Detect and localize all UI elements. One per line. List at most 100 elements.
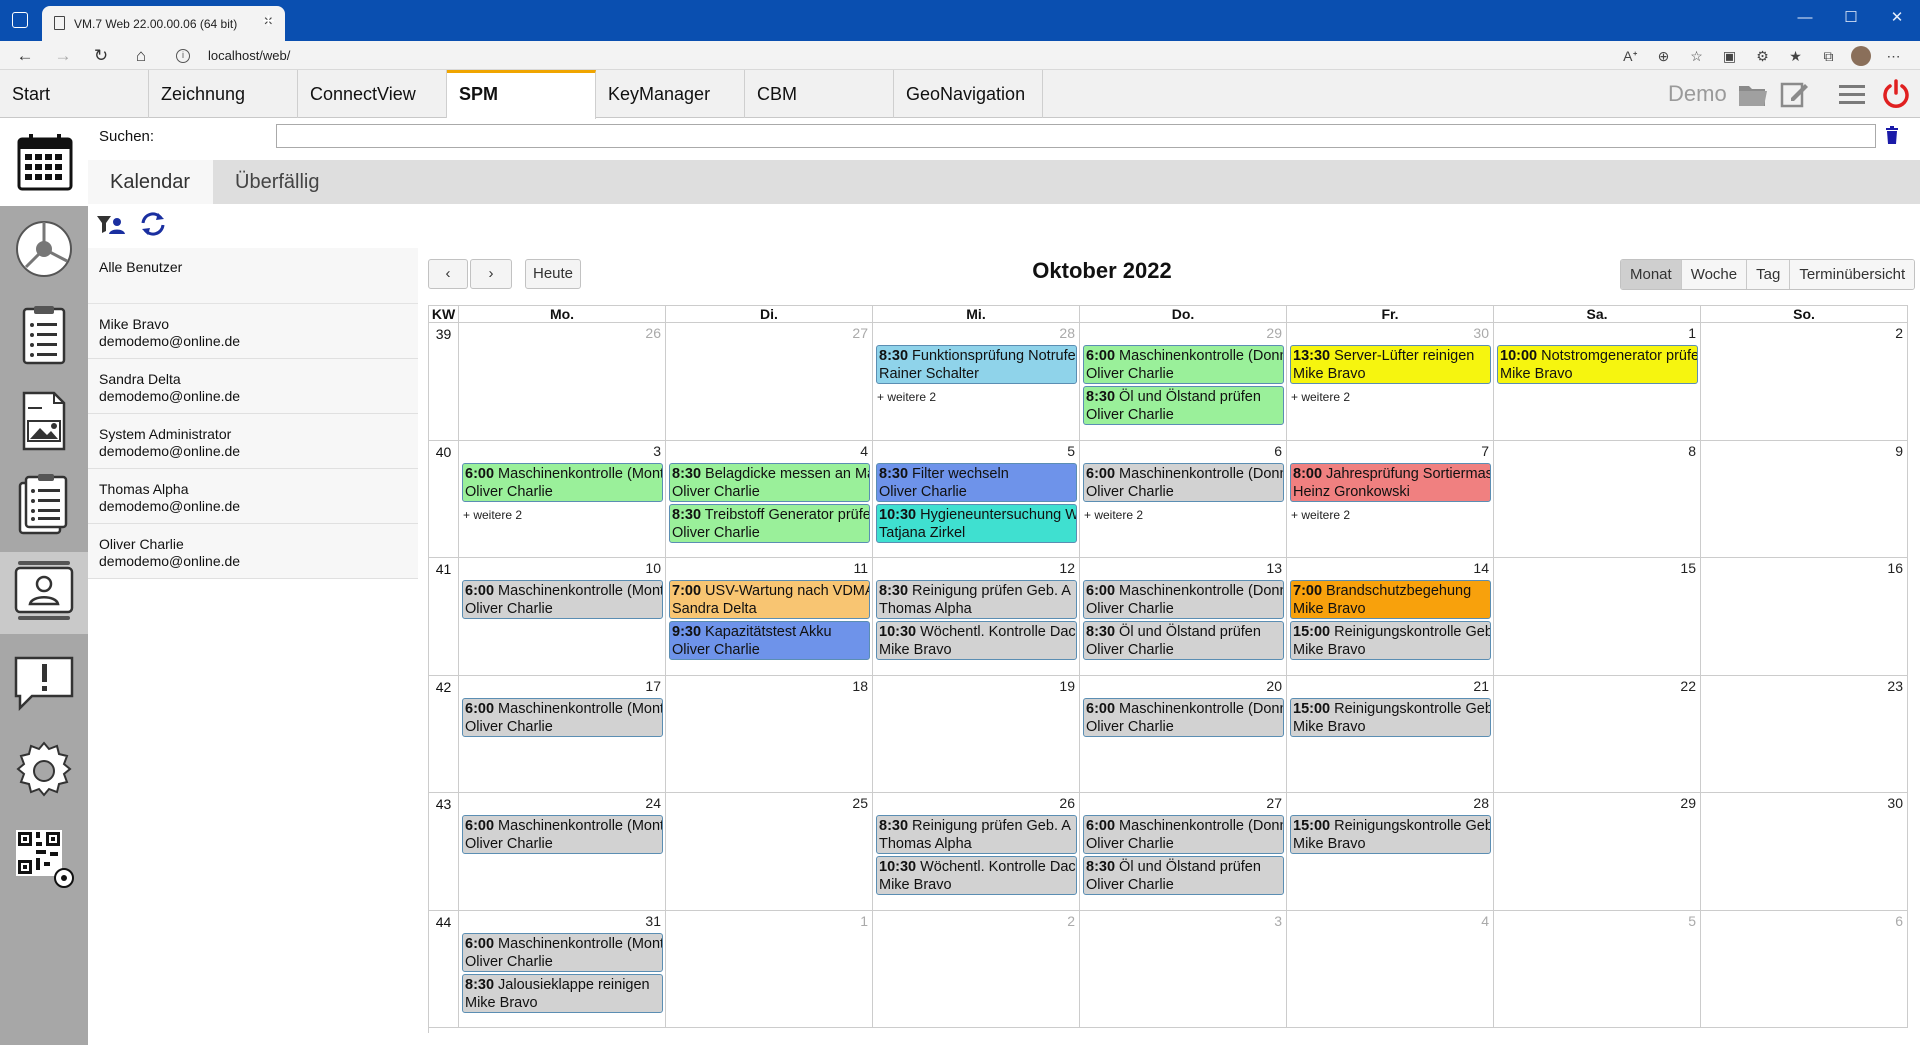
prev-month-button[interactable]: ‹ bbox=[428, 259, 468, 289]
menu-tab-spm[interactable]: SPM bbox=[447, 70, 596, 119]
day-cell[interactable]: 29 bbox=[1494, 793, 1701, 911]
calendar-event[interactable]: 7:00 Brandschutzbegehung Mike Bravo bbox=[1290, 580, 1491, 619]
calendar-event[interactable]: 10:30 Wöchentl. Kontrolle Dach Mike Bravo bbox=[876, 621, 1077, 660]
close-window-icon[interactable]: ✕ bbox=[1874, 0, 1920, 36]
hamburger-menu-icon[interactable] bbox=[1836, 78, 1868, 110]
menu-tab-start[interactable]: Start bbox=[0, 70, 149, 118]
day-cell[interactable]: 30 bbox=[1701, 793, 1908, 911]
day-cell[interactable]: 22 bbox=[1494, 675, 1701, 793]
more-events-link[interactable]: + weitere 2 bbox=[463, 508, 522, 522]
calendar-event[interactable]: 6:00 Maschinenkontrolle (Montag)Oliver C… bbox=[462, 697, 663, 737]
more-icon[interactable]: ⋯ bbox=[1877, 45, 1910, 67]
day-cell[interactable]: 5 bbox=[1494, 910, 1701, 1028]
day-cell[interactable]: 8 bbox=[1494, 440, 1701, 558]
calendar-event[interactable]: 8:30 Reinigung prüfen Geb. A Thomas Alpha bbox=[876, 815, 1077, 854]
all-users-item[interactable]: Alle Benutzer bbox=[88, 248, 418, 304]
more-events-link[interactable]: + weitere 2 bbox=[1084, 508, 1143, 522]
folder-icon[interactable] bbox=[1737, 78, 1769, 110]
calendar-event[interactable]: 8:30 Reinigung prüfen Geb. A Thomas Alpha bbox=[876, 580, 1077, 619]
dashboard-chart-icon[interactable] bbox=[12, 217, 76, 281]
menu-tab-keymanager[interactable]: KeyManager bbox=[596, 70, 745, 118]
tab-ueberfaellig[interactable]: Überfällig bbox=[213, 160, 343, 204]
day-cell[interactable]: 23 bbox=[1701, 675, 1908, 793]
calendar-event[interactable]: 8:30 Öl und Ölstand prüfen Oliver Charlie bbox=[1083, 386, 1284, 425]
forward-icon[interactable]: → bbox=[50, 43, 76, 69]
user-profile-icon[interactable] bbox=[12, 558, 76, 622]
home-icon[interactable]: ⌂ bbox=[128, 43, 154, 69]
favorites-icon[interactable]: ★ bbox=[1779, 45, 1812, 67]
more-events-link[interactable]: + weitere 2 bbox=[1291, 390, 1350, 404]
view-week-button[interactable]: Woche bbox=[1680, 260, 1747, 289]
day-cell[interactable]: 16 bbox=[1701, 558, 1908, 676]
day-cell[interactable]: 25 bbox=[666, 793, 873, 911]
user-item[interactable]: Thomas Alpha demodemo@online.de bbox=[88, 469, 418, 524]
calendar-event[interactable]: 6:00 Maschinenkontrolle (Donnerstag)Oliv… bbox=[1083, 815, 1284, 854]
day-cell[interactable]: 15 bbox=[1494, 558, 1701, 676]
user-item[interactable]: Oliver Charlie demodemo@online.de bbox=[88, 524, 418, 579]
today-button[interactable]: Heute bbox=[525, 259, 581, 289]
user-item[interactable]: Sandra Delta demodemo@online.de bbox=[88, 359, 418, 414]
calendar-event[interactable]: 6:00 Maschinenkontrolle (Montag)Oliver C… bbox=[462, 815, 663, 854]
calendar-event[interactable]: 8:00 Jahresprüfung SortiermaschineHeinz … bbox=[1290, 462, 1491, 502]
menu-tab-connectview[interactable]: ConnectView bbox=[298, 70, 447, 118]
user-item[interactable]: System Administrator demodemo@online.de bbox=[88, 414, 418, 469]
calendar-event[interactable]: 6:00 Maschinenkontrolle (Donnerstag)Oliv… bbox=[1083, 697, 1284, 737]
calendar-event[interactable]: 6:00 Maschinenkontrolle (Montag)Oliver C… bbox=[462, 580, 663, 619]
tab-kalendar[interactable]: Kalendar bbox=[88, 160, 213, 204]
calendar-event[interactable]: 8:30 Öl und Ölstand prüfen Oliver Charlie bbox=[1083, 856, 1284, 895]
settings-gear-icon[interactable] bbox=[12, 739, 76, 803]
more-events-link[interactable]: + weitere 2 bbox=[1291, 508, 1350, 522]
help-icon[interactable]: ▣ bbox=[1713, 45, 1746, 67]
qr-code-settings-icon[interactable] bbox=[12, 826, 76, 890]
profile-avatar[interactable] bbox=[1851, 46, 1871, 66]
calendar-event[interactable]: 6:00 Maschinenkontrolle (Donnerstag)Oliv… bbox=[1083, 462, 1284, 502]
trash-icon[interactable] bbox=[1885, 126, 1899, 144]
calendar-event[interactable]: 13:30 Server-Lüfter reinigen Mike Bravo bbox=[1290, 345, 1491, 384]
favorite-add-icon[interactable]: ☆ bbox=[1680, 45, 1713, 67]
day-cell[interactable]: 6 bbox=[1701, 910, 1908, 1028]
url-field[interactable]: i localhost/web/ bbox=[176, 46, 1576, 66]
calendar-event[interactable]: 6:00 Maschinenkontrolle (Donnerstag)Oliv… bbox=[1083, 580, 1284, 619]
day-cell[interactable]: 26 bbox=[459, 323, 666, 441]
day-cell[interactable]: 9 bbox=[1701, 440, 1908, 558]
refresh-sync-icon[interactable] bbox=[138, 211, 168, 237]
read-aloud-icon[interactable]: Aᐩ bbox=[1614, 45, 1647, 67]
clipboard-list-icon[interactable] bbox=[12, 473, 76, 537]
info-icon[interactable]: i bbox=[176, 49, 190, 63]
extensions-icon[interactable]: ⚙ bbox=[1746, 45, 1779, 67]
calendar-event[interactable]: 8:30 Öl und Ölstand prüfen Oliver Charlie bbox=[1083, 621, 1284, 660]
calendar-event[interactable]: 10:30 Hygieneuntersuchung WasserTatjana … bbox=[876, 503, 1077, 543]
view-day-button[interactable]: Tag bbox=[1746, 260, 1790, 289]
menu-tab-geonavigation[interactable]: GeoNavigation bbox=[894, 70, 1043, 118]
menu-tab-cbm[interactable]: CBM bbox=[745, 70, 894, 118]
maximize-icon[interactable]: ☐ bbox=[1828, 0, 1874, 36]
calendar-event[interactable]: 10:30 Wöchentl. Kontrolle Dach Mike Bravo bbox=[876, 856, 1077, 895]
minimize-icon[interactable]: — bbox=[1782, 0, 1828, 36]
search-input[interactable] bbox=[276, 124, 1876, 148]
user-item[interactable]: Mike Bravo demodemo@online.de bbox=[88, 304, 418, 359]
day-cell[interactable]: 3 bbox=[1080, 910, 1287, 1028]
view-agenda-button[interactable]: Terminübersicht bbox=[1789, 260, 1915, 289]
image-document-icon[interactable] bbox=[12, 389, 76, 453]
reload-icon[interactable]: ↻ bbox=[88, 43, 114, 69]
day-cell[interactable]: 2 bbox=[873, 910, 1080, 1028]
calendar-event[interactable]: 8:30 Funktionsprüfung Notrufe Rainer Scha… bbox=[876, 345, 1077, 384]
calendar-event[interactable]: 7:00 USV-Wartung nach VDMA Sandra Delta bbox=[669, 580, 870, 619]
calendar-event[interactable]: 9:30 Kapazitätstest Akku Oliver Charlie bbox=[669, 621, 870, 660]
next-month-button[interactable]: › bbox=[470, 259, 512, 289]
calendar-event[interactable]: 6:00 Maschinenkontrolle (Donnerstag)Oliv… bbox=[1083, 345, 1284, 384]
view-month-button[interactable]: Monat bbox=[1621, 260, 1681, 289]
day-cell[interactable]: 18 bbox=[666, 675, 873, 793]
day-cell[interactable]: 19 bbox=[873, 675, 1080, 793]
power-icon[interactable] bbox=[1880, 78, 1912, 110]
user-filter-icon[interactable] bbox=[96, 214, 126, 236]
calendar-event[interactable]: 6:00 Maschinenkontrolle (Montag)Oliver C… bbox=[462, 462, 663, 502]
calendar-event[interactable]: 6:00 Maschinenkontrolle (Montag)Oliver C… bbox=[462, 932, 663, 972]
calendar-event[interactable]: 15:00 Reinigungskontrolle Geb. BMike Bra… bbox=[1290, 697, 1491, 737]
calendar-event[interactable]: 15:00 Reinigungskontrolle Geb. BMike Bra… bbox=[1290, 621, 1491, 660]
calendar-event[interactable]: 15:00 Reinigungskontrolle Geb. BMike Bra… bbox=[1290, 815, 1491, 854]
day-cell[interactable]: 4 bbox=[1287, 910, 1494, 1028]
day-cell[interactable]: 1 bbox=[666, 910, 873, 1028]
calendar-event[interactable]: 8:30 Jalousieklappe reinigen Mike Bravo bbox=[462, 973, 663, 1013]
menu-tab-zeichnung[interactable]: Zeichnung bbox=[149, 70, 298, 118]
